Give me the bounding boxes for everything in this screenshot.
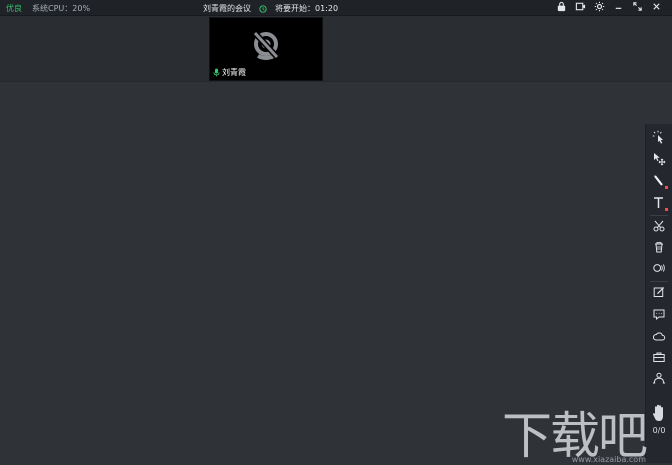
- participant-label: 刘青霞: [213, 67, 246, 78]
- watermark-text: 下载吧: [502, 407, 648, 465]
- cursor-click-icon: [652, 130, 663, 144]
- edit-icon: [653, 287, 665, 297]
- move-tool[interactable]: [649, 150, 669, 168]
- eraser-tool[interactable]: [649, 238, 669, 256]
- hand-raise-count: 0/0: [652, 426, 666, 435]
- gear-icon[interactable]: [594, 1, 605, 12]
- raise-hand-button[interactable]: 0/0: [648, 403, 670, 445]
- user-group-icon: [653, 372, 665, 384]
- scissors-icon: [653, 220, 665, 232]
- meeting-title: 刘青霞的会议: [203, 4, 251, 13]
- pen-color-indicator: [665, 186, 668, 189]
- click-tool[interactable]: [649, 128, 669, 146]
- site-watermark: 下载吧 www.xiazaiba.com: [502, 407, 648, 465]
- participant-video-tile[interactable]: 刘青霞: [209, 17, 323, 81]
- record-icon[interactable]: [575, 1, 586, 12]
- toolbar-divider: [650, 281, 668, 282]
- status-group: 优良 系统CPU：20%: [6, 3, 90, 14]
- network-status: 优良: [6, 4, 22, 13]
- briefcase-icon: [653, 352, 665, 362]
- title-bar: 优良 系统CPU：20% 刘青霞的会议 将要开始：01:20: [0, 0, 672, 16]
- chat-tool[interactable]: [649, 305, 669, 323]
- edit-tool[interactable]: [649, 283, 669, 301]
- pen-icon: [654, 175, 663, 186]
- meeting-canvas[interactable]: [0, 82, 645, 463]
- meeting-countdown: 将要开始：01:20: [275, 4, 339, 13]
- scissors-tool[interactable]: [649, 217, 669, 235]
- hand-icon: [652, 404, 663, 421]
- toolbar-divider: [650, 215, 668, 216]
- lock-icon[interactable]: [556, 1, 567, 12]
- cpu-usage: 系统CPU：20%: [32, 4, 91, 13]
- briefcase-tool[interactable]: [649, 348, 669, 366]
- laser-pointer-tool[interactable]: [649, 259, 669, 277]
- mic-icon: [213, 68, 220, 77]
- cloud-icon: [652, 332, 666, 341]
- clock-icon: [259, 4, 267, 13]
- maximize-icon[interactable]: [632, 1, 643, 12]
- window-controls: [556, 1, 662, 12]
- user-tool[interactable]: [649, 369, 669, 387]
- close-icon[interactable]: [651, 1, 662, 12]
- move-icon: [654, 153, 666, 166]
- chat-icon: [653, 309, 665, 321]
- laser-pointer-icon: [653, 264, 665, 272]
- camera-off-icon: [252, 30, 280, 60]
- pen-tool[interactable]: [649, 172, 669, 190]
- minimize-icon[interactable]: [613, 1, 624, 12]
- cloud-tool[interactable]: [649, 327, 669, 345]
- annotation-toolbar: 0/0: [645, 124, 672, 463]
- meeting-info: 刘青霞的会议 将要开始：01:20: [203, 3, 338, 14]
- text-icon: [654, 197, 663, 208]
- text-tool[interactable]: [649, 194, 669, 212]
- video-strip: 刘青霞: [0, 16, 672, 82]
- participant-name: 刘青霞: [222, 68, 246, 77]
- trash-icon: [655, 242, 663, 253]
- text-color-indicator: [665, 208, 668, 211]
